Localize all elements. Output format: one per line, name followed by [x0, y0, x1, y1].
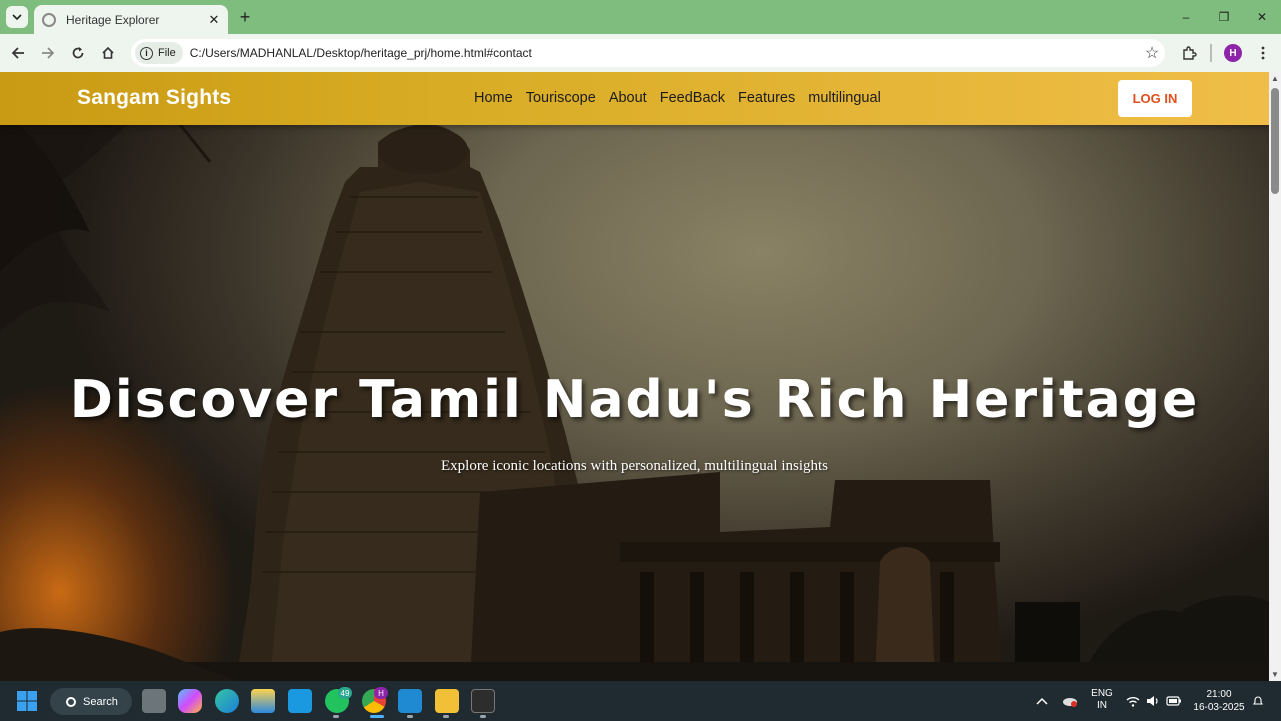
hero-section: Discover Tamil Nadu's Rich Heritage Expl… [0, 72, 1269, 681]
scroll-up-arrow-icon[interactable]: ▲ [1271, 74, 1279, 83]
whatsapp-unread-badge: 49 [338, 687, 352, 699]
clock-time: 21:00 [1206, 689, 1232, 700]
wifi-icon[interactable] [1126, 681, 1140, 721]
chrome-profile-badge: H [374, 687, 388, 699]
puzzle-icon [1183, 46, 1197, 60]
reload-icon [72, 47, 84, 59]
app-running-indicator [480, 715, 486, 718]
page-scrollbar[interactable]: ▲ ▼ [1269, 72, 1281, 681]
more-vertical-icon [1261, 46, 1265, 60]
nav-link-features[interactable]: Features [738, 90, 795, 106]
nav-link-feedback[interactable]: FeedBack [660, 90, 725, 106]
new-tab-button[interactable]: + [236, 7, 254, 27]
site-info-chip[interactable]: i File [135, 42, 183, 64]
browser-menu-button[interactable] [1252, 42, 1274, 64]
scroll-down-arrow-icon[interactable]: ▼ [1271, 670, 1279, 679]
site-navbar: Sangam Sights Home Touriscope About Feed… [0, 72, 1269, 125]
app-running-indicator [407, 715, 413, 718]
region-code: IN [1097, 700, 1107, 711]
volume-icon[interactable] [1146, 681, 1160, 721]
active-tab[interactable]: Heritage Explorer ✕ [34, 5, 228, 34]
nav-link-home[interactable]: Home [474, 90, 513, 106]
close-window-button[interactable]: ✕ [1243, 0, 1281, 34]
site-brand[interactable]: Sangam Sights [77, 86, 231, 110]
browser-toolbar: i File C:/Users/MADHANLAL/Desktop/herita… [0, 34, 1281, 72]
hero-title: Discover Tamil Nadu's Rich Heritage [69, 370, 1200, 430]
minimize-button[interactable]: – [1167, 0, 1205, 34]
nav-link-about[interactable]: About [609, 90, 647, 106]
globe-icon [42, 12, 56, 27]
chevron-down-icon [12, 14, 22, 21]
address-bar[interactable]: i File C:/Users/MADHANLAL/Desktop/herita… [131, 39, 1165, 67]
file-chip-label: File [158, 47, 176, 59]
language-code: ENG [1091, 688, 1113, 699]
onedrive-status-icon[interactable] [1062, 681, 1078, 721]
login-button[interactable]: LOG IN [1118, 80, 1192, 117]
hero-subtitle: Explore iconic locations with personaliz… [440, 458, 828, 474]
app-active-indicator [370, 715, 384, 718]
clock-date: 16-03-2025 [1193, 702, 1245, 713]
microsoft-store-icon[interactable] [251, 689, 275, 713]
home-button[interactable] [97, 42, 119, 64]
profile-button[interactable]: H [1222, 42, 1244, 64]
restore-button[interactable]: ❐ [1205, 0, 1243, 34]
browser-tab-strip: Heritage Explorer ✕ + – ❐ ✕ [0, 0, 1281, 34]
toolbar-divider [1210, 44, 1212, 62]
vscode-icon[interactable] [398, 689, 422, 713]
tab-close-button[interactable]: ✕ [206, 12, 222, 28]
forward-button[interactable] [37, 42, 59, 64]
back-button[interactable] [7, 42, 29, 64]
edge-browser-icon[interactable] [215, 689, 239, 713]
nav-link-touriscope[interactable]: Touriscope [526, 90, 596, 106]
bookmark-star-icon[interactable]: ☆ [1139, 43, 1165, 63]
search-icon [66, 696, 76, 707]
task-view-icon[interactable] [142, 689, 166, 713]
profile-avatar: H [1224, 44, 1242, 62]
home-icon [102, 46, 114, 59]
language-indicator[interactable]: ENG IN [1090, 688, 1114, 712]
nav-link-multilingual[interactable]: multilingual [808, 90, 881, 106]
app-running-indicator [333, 715, 339, 718]
taskbar-clock[interactable]: 21:00 16-03-2025 [1190, 688, 1248, 714]
extensions-button[interactable] [1178, 42, 1200, 64]
prime-video-icon[interactable] [288, 689, 312, 713]
app-running-indicator [443, 715, 449, 718]
tab-title: Heritage Explorer [66, 12, 160, 27]
taskbar-search-label: Search [83, 695, 118, 708]
arrow-right-icon [42, 47, 55, 59]
nav-links: Home Touriscope About FeedBack Features … [474, 90, 894, 106]
file-explorer-icon[interactable] [435, 689, 459, 713]
url-text[interactable]: C:/Users/MADHANLAL/Desktop/heritage_prj/… [190, 46, 1139, 60]
notifications-icon[interactable] [1252, 681, 1264, 721]
info-icon: i [140, 46, 153, 60]
reload-button[interactable] [67, 42, 89, 64]
chevron-up-icon [1036, 697, 1048, 705]
show-hidden-icons-button[interactable] [1036, 681, 1048, 721]
terminal-icon[interactable] [471, 689, 495, 713]
windows-start-icon[interactable] [15, 689, 39, 713]
arrow-left-icon [11, 47, 24, 59]
window-controls: – ❐ ✕ [1167, 0, 1281, 34]
page-viewport: Discover Tamil Nadu's Rich Heritage Expl… [0, 72, 1269, 681]
copilot-icon[interactable] [178, 689, 202, 713]
taskbar-search[interactable]: Search [50, 688, 132, 715]
windows-taskbar: Search [0, 681, 1281, 721]
tab-search-button[interactable] [6, 6, 28, 28]
scrollbar-thumb[interactable] [1271, 88, 1279, 194]
battery-icon[interactable] [1166, 681, 1182, 721]
